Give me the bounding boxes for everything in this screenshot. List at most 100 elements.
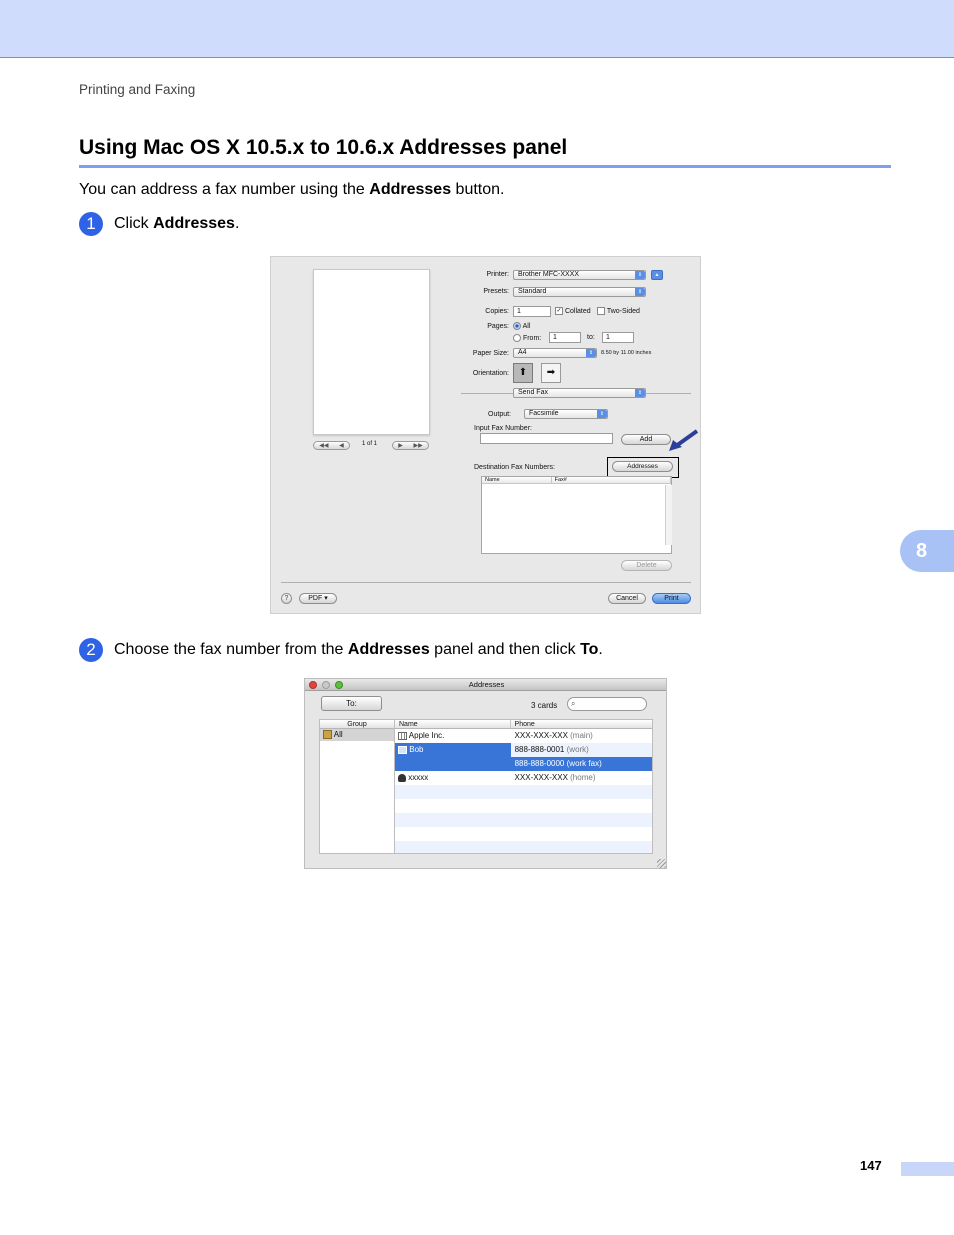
pager-first-prev-buttons[interactable]: ◀◀ ◀ (313, 441, 350, 450)
empty-row (395, 785, 652, 799)
collated-checkbox[interactable]: ✓ (555, 307, 563, 315)
list-column-name[interactable]: Name (482, 477, 552, 483)
card-count: 3 cards (531, 701, 558, 710)
intro-text: You can address a fax number using the (79, 181, 370, 198)
cancel-button[interactable]: Cancel (608, 593, 646, 604)
arrow-pointer-icon (669, 429, 699, 451)
pager-next-icon[interactable]: ▶ (398, 442, 403, 449)
input-fax-field[interactable] (480, 433, 613, 444)
paper-size-popup[interactable]: A4 ⇕ (513, 348, 597, 358)
add-button[interactable]: Add (621, 434, 671, 445)
name-column-header[interactable]: Name (395, 720, 511, 729)
search-input[interactable]: ⌕ (567, 697, 647, 711)
landscape-orientation-icon[interactable]: ➡ (541, 363, 561, 383)
contact-name: Bob (395, 743, 511, 771)
collated-option[interactable]: ✓ Collated (555, 307, 591, 315)
step-1-after: . (234, 215, 240, 232)
pages-from-radio[interactable] (513, 334, 521, 342)
contact-phone[interactable]: XXX-XXX-XXX (home) (511, 771, 652, 785)
group-column-header[interactable]: Group (320, 720, 394, 729)
pages-all-option[interactable]: All (513, 322, 530, 330)
presets-value: Standard (518, 288, 547, 295)
to-button[interactable]: To: (321, 696, 382, 711)
pages-all-label: All (522, 322, 531, 330)
section-popup[interactable]: Send Fax ⇕ (513, 388, 646, 398)
destination-list[interactable]: Name Fax# (481, 476, 672, 554)
contacts-list[interactable]: Name Phone Apple Inc. XXX-XXX-XXX (main)… (395, 719, 653, 854)
pager-last-icon[interactable]: ▶▶ (413, 442, 422, 449)
two-sided-checkbox[interactable] (597, 307, 605, 315)
phone-type: (home) (570, 773, 596, 782)
phone-number: 888-888-0001 (514, 745, 565, 754)
contacts-list-header: Name Phone (395, 720, 652, 729)
page-number: 147 (860, 1158, 882, 1173)
contact-name-text: Apple Inc. (408, 731, 445, 740)
two-sided-option[interactable]: Two-Sided (597, 307, 640, 315)
destination-list-header: Name Fax# (482, 477, 671, 484)
table-row[interactable]: xxxxx XXX-XXX-XXX (home) (395, 771, 652, 785)
print-button[interactable]: Print (652, 593, 691, 604)
resize-grip-icon[interactable] (657, 859, 666, 868)
table-row[interactable]: Bob 888-888-0001 (work) 888-888-0000 (wo… (395, 743, 652, 771)
print-dialog: ◀◀ ◀ 1 of 1 ▶ ▶▶ Printer: Brother MFC-XXXX… (270, 256, 701, 614)
pages-all-radio[interactable] (513, 322, 521, 330)
pages-from-option[interactable]: From: (513, 334, 541, 342)
step-1-before: Click (114, 215, 154, 232)
phone-column-header[interactable]: Phone (510, 720, 652, 729)
two-sided-label: Two-Sided (606, 307, 640, 315)
output-popup[interactable]: Facsimile ⇕ (524, 409, 608, 419)
portrait-orientation-icon[interactable]: ⬆ (513, 363, 533, 383)
step-1-number: 1 (79, 212, 103, 236)
page-number-bar (901, 1162, 954, 1176)
empty-row (395, 827, 652, 841)
person-card-icon (398, 745, 407, 754)
minimize-window-icon[interactable] (322, 681, 330, 689)
list-column-fax[interactable]: Fax# (552, 477, 671, 483)
close-window-icon[interactable] (309, 681, 317, 689)
pdf-menu-button[interactable]: PDF ▾ (299, 593, 337, 604)
copies-field[interactable]: 1 (513, 306, 551, 317)
addresses-button[interactable]: Addresses (612, 461, 673, 472)
pager-next-last-buttons[interactable]: ▶ ▶▶ (392, 441, 429, 450)
destination-list-scrollbar[interactable] (665, 485, 672, 545)
output-label: Output: (488, 411, 511, 418)
divider-left (461, 393, 513, 394)
paper-size-label: Paper Size: (472, 350, 509, 357)
table-row[interactable]: Apple Inc. XXX-XXX-XXX (main) (395, 729, 652, 743)
contact-name-text: xxxxx (408, 773, 429, 782)
chapter-tab: 8 (900, 530, 954, 572)
empty-row (395, 813, 652, 827)
printer-popup[interactable]: Brother MFC-XXXX ⇕ (513, 270, 646, 280)
pager-prev-icon[interactable]: ◀ (339, 442, 344, 449)
pages-to-field[interactable]: 1 (602, 332, 634, 343)
pager-first-icon[interactable]: ◀◀ (319, 442, 328, 449)
contact-phones: 888-888-0001 (work) 888-888-0000 (work f… (510, 743, 652, 771)
copies-label: Copies: (485, 308, 509, 315)
phone-number: XXX-XXX-XXX (514, 731, 568, 740)
step-2: 2 Choose the fax number from the Address… (79, 638, 603, 662)
contact-phone-selected[interactable]: 888-888-0000 (work fax) (510, 757, 652, 771)
divider-right (646, 393, 691, 394)
presets-popup[interactable]: Standard ⇕ (513, 287, 646, 297)
empty-row (395, 841, 652, 853)
page-heading: Using Mac OS X 10.5.x to 10.6.x Addresse… (79, 136, 568, 159)
pages-from-field[interactable]: 1 (549, 332, 581, 343)
popup-arrows-icon: ⇕ (597, 410, 607, 418)
contact-phone[interactable]: 888-888-0001 (work) (510, 743, 652, 757)
step-2-before: Choose the fax number from the (114, 641, 348, 658)
company-icon (398, 731, 407, 740)
help-button[interactable]: ? (281, 593, 292, 604)
addresses-title: Addresses (468, 680, 505, 689)
pages-label: Pages: (487, 323, 509, 330)
heading-rule (79, 165, 891, 168)
zoom-window-icon[interactable] (335, 681, 343, 689)
expand-dialog-button[interactable]: ▲ (651, 270, 663, 280)
contact-phone[interactable]: XXX-XXX-XXX (main) (511, 729, 652, 743)
addresses-panel: Addresses To: 3 cards ⌕ Group All Name P… (304, 678, 667, 869)
group-column[interactable]: Group All (319, 719, 395, 854)
person-silhouette-icon (398, 773, 406, 782)
delete-button[interactable]: Delete (621, 560, 672, 571)
orientation-label: Orientation: (472, 370, 509, 377)
group-item-all[interactable]: All (320, 729, 394, 741)
phone-type: (work fax) (566, 759, 602, 768)
